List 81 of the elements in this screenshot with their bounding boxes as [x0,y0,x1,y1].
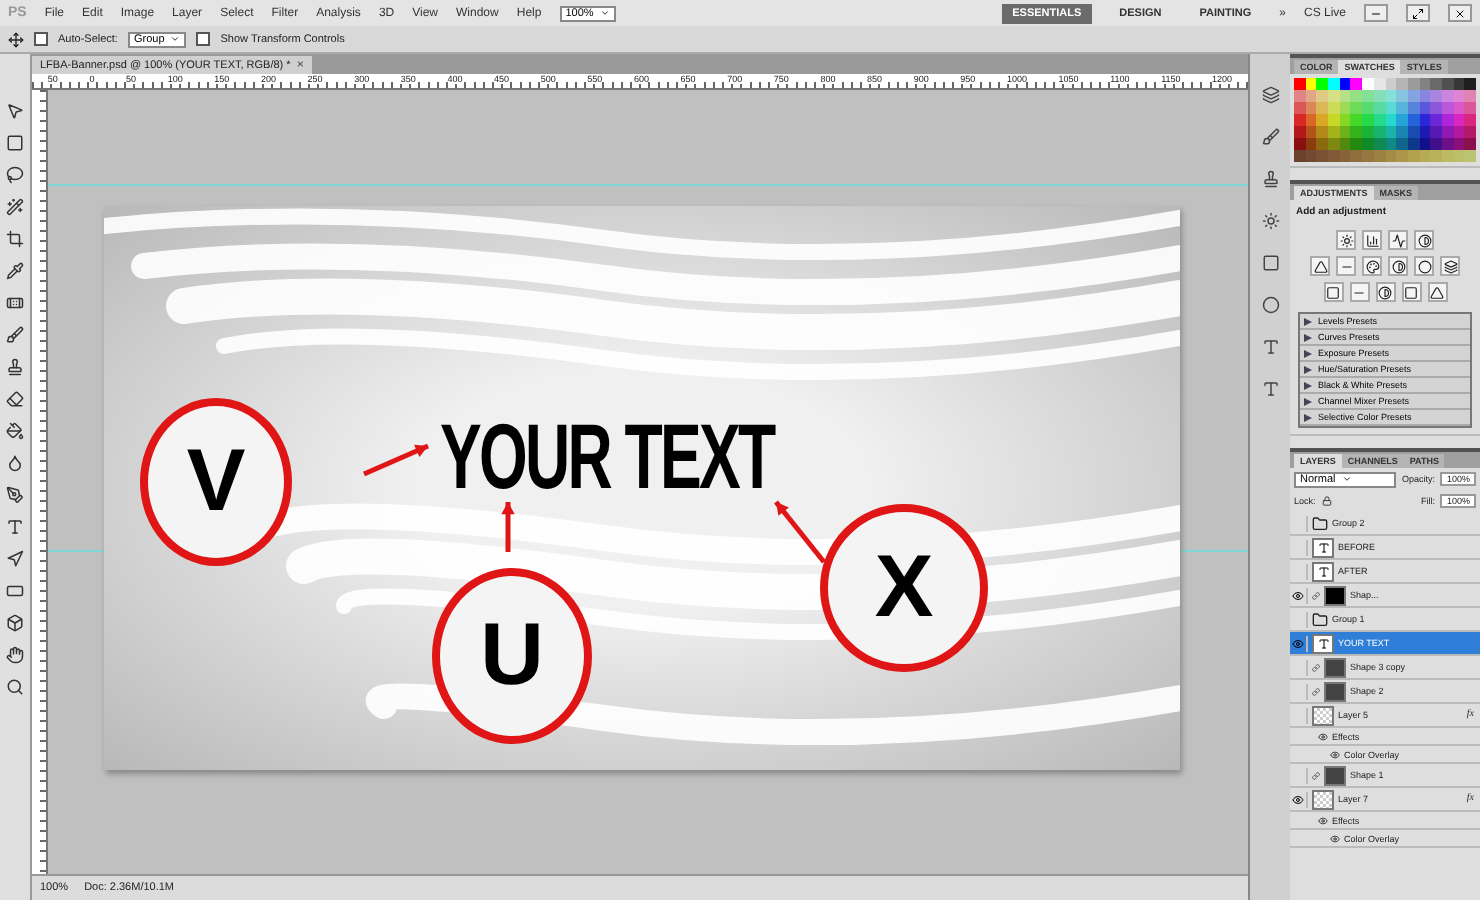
layers-icon[interactable] [1258,82,1282,106]
square-icon[interactable] [1323,282,1343,302]
contrast-icon[interactable] [1388,256,1408,276]
magnified-letter: X [874,544,934,632]
layer-thumbnail [1312,789,1334,809]
link-icon [1312,591,1320,599]
hand-icon[interactable] [3,642,27,666]
checkbox[interactable] [196,32,211,46]
contrast-icon[interactable] [1414,230,1434,250]
character-icon[interactable] [1258,334,1282,358]
wand-icon[interactable] [3,194,27,218]
expand-triangle-icon[interactable] [1304,365,1312,373]
contrast-icon[interactable] [1375,282,1395,302]
zoom-icon[interactable] [3,674,27,698]
pointer-icon[interactable] [3,98,27,122]
stamp-icon[interactable] [1258,166,1282,190]
layer-thumbnail [1324,585,1346,605]
swatches-grid[interactable] [1294,78,1476,162]
minimize-icon [1370,7,1382,19]
brush-icon[interactable] [1258,124,1282,148]
text-layer-thumbnail [1312,537,1334,557]
arrow-icon[interactable] [3,546,27,570]
expand-triangle-icon[interactable] [1304,317,1312,325]
triangle-icon[interactable] [1310,256,1330,276]
arrow [363,443,429,477]
eye-icon[interactable] [1330,833,1340,843]
eye-icon[interactable] [1290,635,1308,651]
eye-icon[interactable] [1318,731,1328,741]
bucket-icon[interactable] [3,418,27,442]
link-icon [1312,771,1320,779]
layer-thumbnail [1324,765,1346,785]
pen-icon[interactable] [3,482,27,506]
magnified-letter: V [186,438,246,526]
text-layer-thumbnail [1312,633,1334,653]
triangle-icon[interactable] [1427,282,1447,302]
marquee-icon[interactable] [3,130,27,154]
crop-icon[interactable] [3,226,27,250]
caret-icon [1341,474,1352,484]
close-icon [1454,7,1466,19]
layers-icon[interactable] [1440,256,1460,276]
circle-icon[interactable] [1414,256,1434,276]
eye-icon[interactable] [1290,587,1308,603]
histogram-icon[interactable] [1362,230,1382,250]
eye-icon[interactable] [1318,815,1328,825]
droplet-icon[interactable] [3,450,27,474]
expand-triangle-icon[interactable] [1304,333,1312,341]
caret-icon [599,8,610,18]
lock-icon[interactable] [1321,496,1332,506]
brush-icon[interactable] [3,322,27,346]
close-button[interactable] [1448,4,1472,22]
layer-thumbnail [1312,705,1334,725]
curve-icon[interactable] [1388,230,1408,250]
layer-thumbnail [1324,681,1346,701]
type-icon[interactable] [3,514,27,538]
expand-triangle-icon[interactable] [1304,381,1312,389]
headline-text: YOUR TEXT [440,402,774,510]
link-icon [1312,687,1320,695]
sun-icon[interactable] [1336,230,1356,250]
lasso-icon[interactable] [3,162,27,186]
pipette-icon[interactable] [3,258,27,282]
arrow [501,502,515,552]
link-icon [1312,663,1320,671]
palette-icon[interactable] [1362,256,1382,276]
checkbox[interactable] [34,32,48,46]
expand-triangle-icon[interactable] [1304,349,1312,357]
layer-thumbnail [1324,657,1346,677]
stamp-icon[interactable] [3,354,27,378]
expand-triangle-icon[interactable] [1304,397,1312,405]
eraser-icon[interactable] [3,386,27,410]
eye-icon[interactable] [1330,749,1340,759]
expand-triangle-icon[interactable] [1304,413,1312,421]
minimize-button[interactable] [1364,4,1388,22]
move-icon[interactable] [8,31,24,47]
cube-icon[interactable] [3,610,27,634]
maximize-button[interactable] [1406,4,1430,22]
caret-icon [170,34,181,44]
folder-icon [1312,515,1328,531]
text-layer-thumbnail [1312,561,1334,581]
eye-icon[interactable] [1290,791,1308,807]
folder-icon [1312,611,1328,627]
magnified-letter: U [480,612,544,700]
